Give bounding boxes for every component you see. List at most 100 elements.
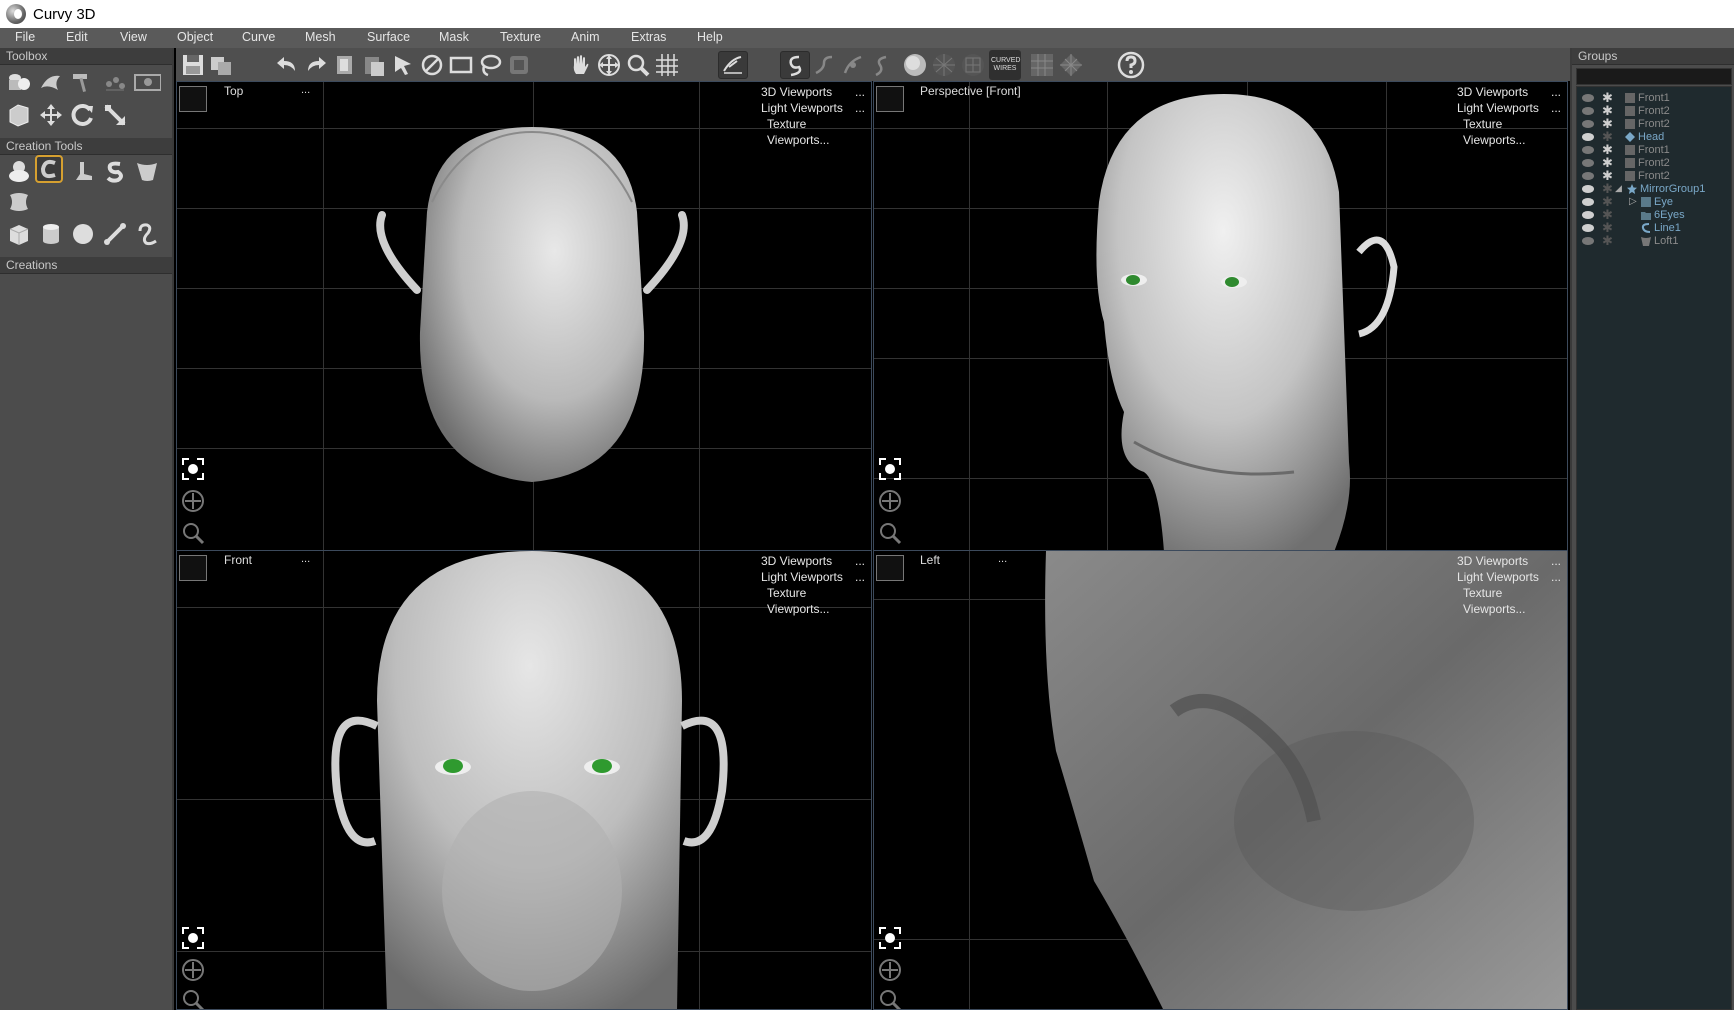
pan-view-icon[interactable] — [180, 488, 206, 514]
visibility-eye-icon[interactable] — [1582, 210, 1594, 219]
groups-tree[interactable]: ✱ Front1 ✱ Front2 ✱ Front2 ✱ Head ✱ Fron… — [1576, 86, 1732, 1010]
menu-dots[interactable]: ... — [1551, 100, 1561, 116]
tree-item-front2[interactable]: ✱ Front2 — [1577, 117, 1731, 130]
curve-sketch-icon[interactable] — [869, 52, 895, 78]
menu-anim[interactable]: Anim — [571, 30, 599, 44]
loft-tool-icon[interactable] — [133, 157, 161, 185]
zoom-view-icon[interactable] — [180, 987, 206, 1009]
visibility-eye-icon[interactable] — [1582, 106, 1594, 115]
visibility-eye-icon[interactable] — [1582, 197, 1594, 206]
tree-item-line1[interactable]: ✱ Line1 — [1577, 221, 1731, 234]
curve-smooth-icon[interactable] — [811, 52, 837, 78]
lock-star-icon[interactable]: ✱ — [1602, 234, 1613, 247]
menu-dots[interactable]: ... — [855, 569, 865, 585]
menu-mask[interactable]: Mask — [439, 30, 469, 44]
extrude-tool-icon[interactable] — [69, 157, 97, 185]
scale-icon[interactable] — [101, 101, 129, 129]
deselect-icon[interactable] — [419, 52, 445, 78]
bone-icon[interactable] — [101, 220, 129, 248]
menu-3d-viewports[interactable]: 3D Viewports — [1457, 553, 1528, 569]
visibility-eye-icon[interactable] — [1582, 223, 1594, 232]
menu-curve[interactable]: Curve — [242, 30, 275, 44]
copy-icon[interactable] — [332, 52, 358, 78]
curve-tool-icon[interactable] — [35, 155, 63, 183]
viewport-options-top[interactable]: ... — [301, 84, 310, 96]
mesh-sphere-icon[interactable] — [960, 52, 986, 78]
menu-surface[interactable]: Surface — [367, 30, 410, 44]
sphere-icon[interactable] — [69, 220, 97, 248]
menu-edit[interactable]: Edit — [66, 30, 88, 44]
curved-wires-button[interactable]: CURVED WIRES — [989, 50, 1021, 80]
paint-select-icon[interactable] — [506, 52, 532, 78]
collapse-arrow-icon[interactable]: ◢ — [1615, 183, 1622, 194]
menu-dots[interactable]: ... — [855, 100, 865, 116]
hammer-icon[interactable] — [69, 68, 97, 96]
viewport-options-left[interactable]: ... — [998, 553, 1007, 565]
visibility-eye-icon[interactable] — [1582, 236, 1594, 245]
menu-dots[interactable]: ... — [855, 553, 865, 569]
stack-primitives-icon[interactable] — [5, 68, 33, 96]
deform-tool-icon[interactable] — [37, 68, 65, 96]
bone-grid-icon[interactable] — [101, 68, 129, 96]
select-arrow-icon[interactable] — [390, 52, 416, 78]
viewport-top[interactable]: Top ... 3D Viewports... Light Viewports.… — [176, 81, 872, 551]
draw-on-surface-icon[interactable] — [718, 51, 748, 79]
shaded-sphere-icon[interactable] — [902, 52, 928, 78]
save-as-icon[interactable] — [208, 52, 234, 78]
pan-view-icon[interactable] — [877, 488, 903, 514]
visibility-eye-icon[interactable] — [1582, 184, 1594, 193]
help-icon[interactable] — [1117, 51, 1145, 79]
menu-dots[interactable]: ... — [1551, 553, 1561, 569]
menu-texture-viewports[interactable]: Texture Viewports... — [767, 585, 865, 617]
orbit-icon[interactable] — [877, 925, 903, 951]
menu-view[interactable]: View — [120, 30, 147, 44]
visibility-eye-icon[interactable] — [1582, 158, 1594, 167]
rotate-icon[interactable] — [69, 101, 97, 129]
menu-object[interactable]: Object — [177, 30, 213, 44]
viewport-left[interactable]: Left ... 3D Viewports... Light Viewports… — [873, 550, 1568, 1010]
tree-item-6eyes[interactable]: ✱ 6Eyes — [1577, 208, 1731, 221]
box-select-icon[interactable] — [5, 101, 33, 129]
zoom-view-icon[interactable] — [877, 520, 903, 546]
move-icon[interactable] — [37, 101, 65, 129]
paste-icon[interactable] — [361, 52, 387, 78]
menu-3d-viewports[interactable]: 3D Viewports — [761, 553, 832, 569]
menu-file[interactable]: File — [15, 30, 35, 44]
menu-3d-viewports[interactable]: 3D Viewports — [1457, 84, 1528, 100]
viewport-menu-icon[interactable] — [179, 86, 207, 112]
tree-item-front2[interactable]: ✱ Front2 — [1577, 104, 1731, 117]
menu-light-viewports[interactable]: Light Viewports — [761, 100, 843, 116]
tree-item-front1[interactable]: ✱ Front1 — [1577, 91, 1731, 104]
menu-dots[interactable]: ... — [1551, 569, 1561, 585]
viewport-menu-icon[interactable] — [876, 555, 904, 581]
lasso-select-icon[interactable] — [477, 52, 503, 78]
viewport-front[interactable]: Front ... 3D Viewports... Light Viewport… — [176, 550, 872, 1010]
grid-icon[interactable] — [654, 52, 680, 78]
menu-texture-viewports[interactable]: Texture Viewports... — [767, 116, 865, 148]
spiral-tool-icon[interactable] — [101, 157, 129, 185]
rect-select-icon[interactable] — [448, 52, 474, 78]
grid-view-icon[interactable] — [1029, 52, 1055, 78]
cloth-tool-icon[interactable] — [5, 188, 33, 216]
orbit-icon[interactable] — [877, 456, 903, 482]
tree-item-head[interactable]: ✱ Head — [1577, 130, 1731, 143]
iso-view-icon[interactable] — [1058, 52, 1084, 78]
visibility-eye-icon[interactable] — [1582, 93, 1594, 102]
blob-tool-icon[interactable] — [5, 157, 33, 185]
visibility-eye-icon[interactable] — [1582, 119, 1594, 128]
viewport-menu-icon[interactable] — [876, 86, 904, 112]
tree-item-eye[interactable]: ✱ ▷ Eye — [1577, 195, 1731, 208]
menu-light-viewports[interactable]: Light Viewports — [1457, 100, 1539, 116]
viewport-perspective[interactable]: Perspective [Front] 3D Viewports... Ligh… — [873, 81, 1568, 551]
visibility-eye-icon[interactable] — [1582, 171, 1594, 180]
pan-hand-icon[interactable] — [567, 52, 593, 78]
tube-icon[interactable] — [133, 220, 161, 248]
image-plane-icon[interactable] — [133, 68, 161, 96]
viewport-menu-icon[interactable] — [179, 555, 207, 581]
zoom-view-icon[interactable] — [180, 520, 206, 546]
expand-arrow-icon[interactable]: ▷ — [1629, 196, 1637, 207]
menu-dots[interactable]: ... — [855, 84, 865, 100]
orbit-icon[interactable] — [180, 456, 206, 482]
visibility-eye-icon[interactable] — [1582, 132, 1594, 141]
viewport-options-front[interactable]: ... — [301, 553, 310, 565]
